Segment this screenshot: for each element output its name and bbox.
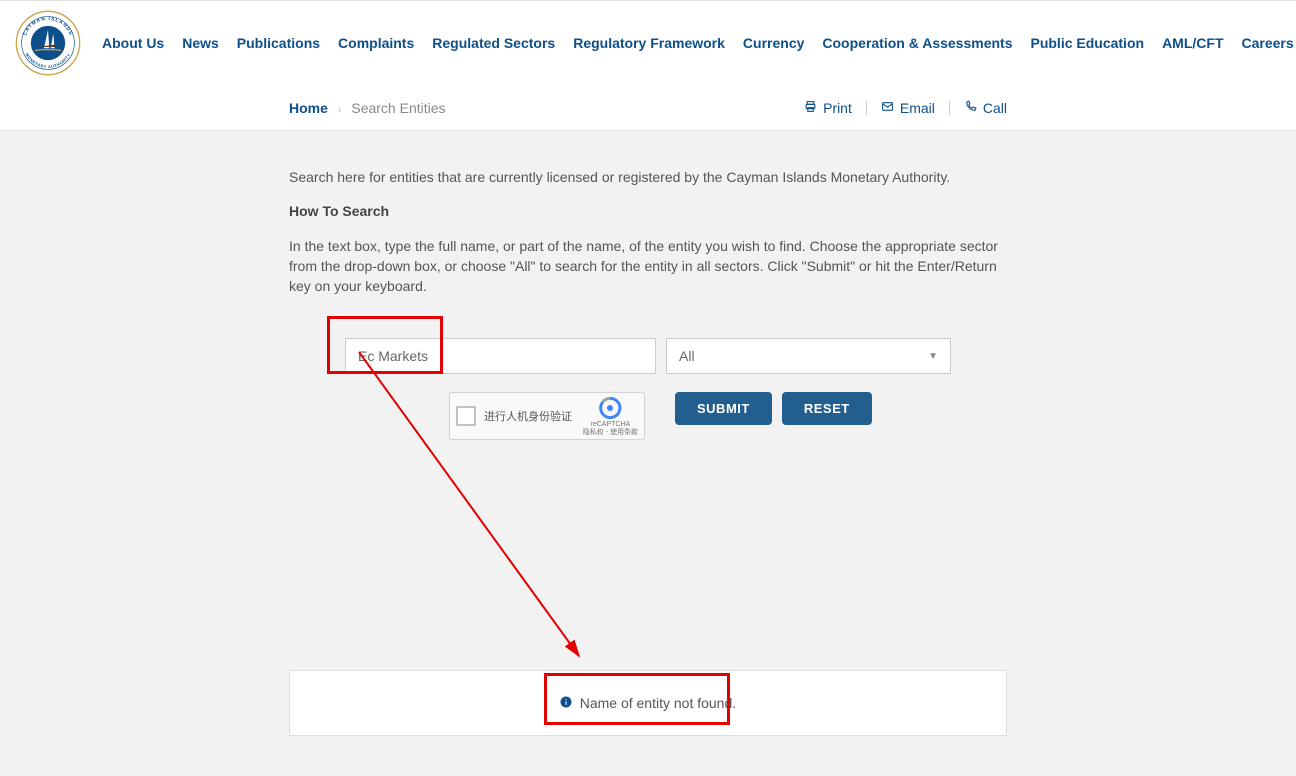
primary-nav: About Us News Publications Complaints Re… xyxy=(102,26,1296,60)
email-action[interactable]: Email xyxy=(881,100,935,116)
page-actions: Print Email Call xyxy=(804,100,1007,116)
nav-careers[interactable]: Careers xyxy=(1242,35,1294,51)
intro-text: Search here for entities that are curren… xyxy=(289,167,1007,187)
caret-down-icon: ▼ xyxy=(928,351,938,362)
site-logo[interactable]: CAYMAN ISLANDS MONETARY AUTHORITY xyxy=(14,9,82,77)
print-icon xyxy=(804,100,817,116)
chevron-right-icon: › xyxy=(338,104,342,116)
info-icon xyxy=(560,695,576,711)
recaptcha-label: 进行人机身份验证 xyxy=(484,408,583,424)
print-action[interactable]: Print xyxy=(804,100,852,116)
site-header: CAYMAN ISLANDS MONETARY AUTHORITY About … xyxy=(0,1,1296,86)
breadcrumb-home[interactable]: Home xyxy=(289,100,328,116)
nav-news[interactable]: News xyxy=(182,35,219,51)
breadcrumb-current: Search Entities xyxy=(351,100,445,116)
breadcrumb: Home › Search Entities xyxy=(289,100,446,116)
result-message-text: Name of entity not found. xyxy=(580,695,736,711)
submit-button[interactable]: SUBMIT xyxy=(675,392,772,425)
recaptcha-branding: reCAPTCHA 隐私权 - 使用条款 xyxy=(583,396,638,436)
instructions-text: In the text box, type the full name, or … xyxy=(289,236,1007,297)
phone-icon xyxy=(964,100,977,116)
nav-regulated-sectors[interactable]: Regulated Sectors xyxy=(432,35,555,51)
howto-heading: How To Search xyxy=(289,201,1007,221)
reset-button[interactable]: RESET xyxy=(782,392,872,425)
nav-cooperation-assessments[interactable]: Cooperation & Assessments xyxy=(822,35,1012,51)
envelope-icon xyxy=(881,100,894,116)
nav-aml-cft[interactable]: AML/CFT xyxy=(1162,35,1223,51)
nav-complaints[interactable]: Complaints xyxy=(338,35,414,51)
nav-currency[interactable]: Currency xyxy=(743,35,804,51)
nav-public-education[interactable]: Public Education xyxy=(1030,35,1144,51)
page-subheader: Home › Search Entities Print Email Call xyxy=(0,86,1296,131)
sector-select-value: All xyxy=(679,348,695,364)
recaptcha-widget[interactable]: 进行人机身份验证 reCAPTCHA 隐私权 - 使用条款 xyxy=(449,392,645,440)
nav-regulatory-framework[interactable]: Regulatory Framework xyxy=(573,35,725,51)
main-content: Search here for entities that are curren… xyxy=(289,131,1007,776)
recaptcha-checkbox[interactable] xyxy=(456,406,476,426)
divider xyxy=(949,101,950,115)
result-message-box: Name of entity not found. xyxy=(289,670,1007,736)
entity-name-input[interactable] xyxy=(345,338,656,374)
search-form: All ▼ 进行人机身份验证 reCAPTCHA 隐私权 - 使用条款 S xyxy=(289,310,1007,440)
divider xyxy=(866,101,867,115)
call-action[interactable]: Call xyxy=(964,100,1007,116)
nav-publications[interactable]: Publications xyxy=(237,35,320,51)
sector-select[interactable]: All ▼ xyxy=(666,338,951,374)
nav-about-us[interactable]: About Us xyxy=(102,35,164,51)
